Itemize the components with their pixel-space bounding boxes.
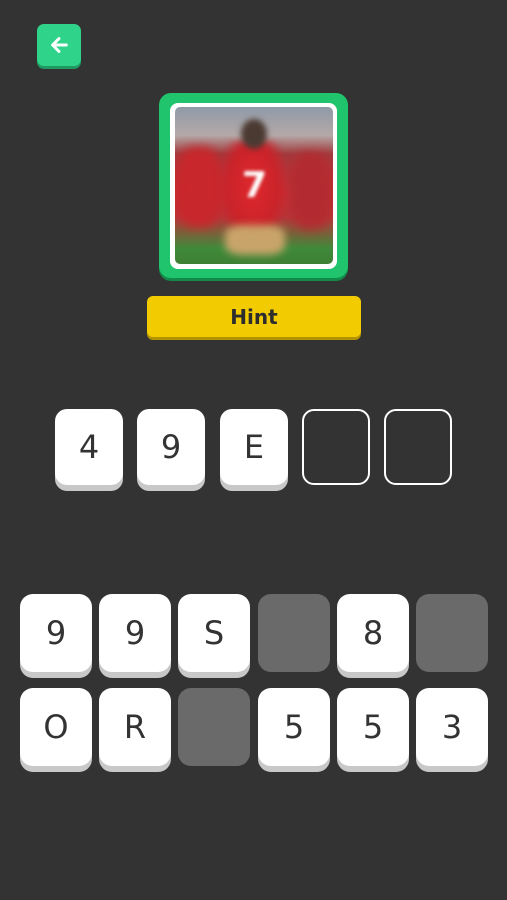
letter-key[interactable]: 9: [99, 594, 171, 672]
image-jersey-number: 7: [241, 165, 268, 206]
image-player-legs: [224, 225, 285, 255]
arrow-left-icon: [51, 37, 68, 53]
answer-slot-2[interactable]: 9: [137, 409, 205, 485]
letter-key[interactable]: 8: [337, 594, 409, 672]
letter-key[interactable]: R: [99, 688, 171, 766]
used-letter-key: [178, 688, 250, 766]
letter-key[interactable]: O: [20, 688, 92, 766]
letter-key[interactable]: S: [178, 594, 250, 672]
answer-slot-4[interactable]: [302, 409, 370, 485]
image-player-head: [240, 119, 267, 149]
answer-slot-5[interactable]: [384, 409, 452, 485]
used-letter-key: [258, 594, 330, 672]
letter-key[interactable]: 5: [258, 688, 330, 766]
puzzle-image-frame: 7: [159, 93, 348, 278]
puzzle-image: 7: [174, 107, 333, 264]
used-letter-key: [416, 594, 488, 672]
answer-slot-1[interactable]: 4: [55, 409, 123, 485]
image-background-player-right: [288, 153, 333, 229]
letter-key[interactable]: 3: [416, 688, 488, 766]
image-background-player-left: [174, 147, 223, 227]
letter-key[interactable]: 9: [20, 594, 92, 672]
letter-key[interactable]: 5: [337, 688, 409, 766]
hint-button[interactable]: Hint: [147, 296, 361, 337]
puzzle-image-border: 7: [170, 102, 337, 269]
back-button[interactable]: [37, 24, 81, 66]
answer-slot-3[interactable]: E: [220, 409, 288, 485]
